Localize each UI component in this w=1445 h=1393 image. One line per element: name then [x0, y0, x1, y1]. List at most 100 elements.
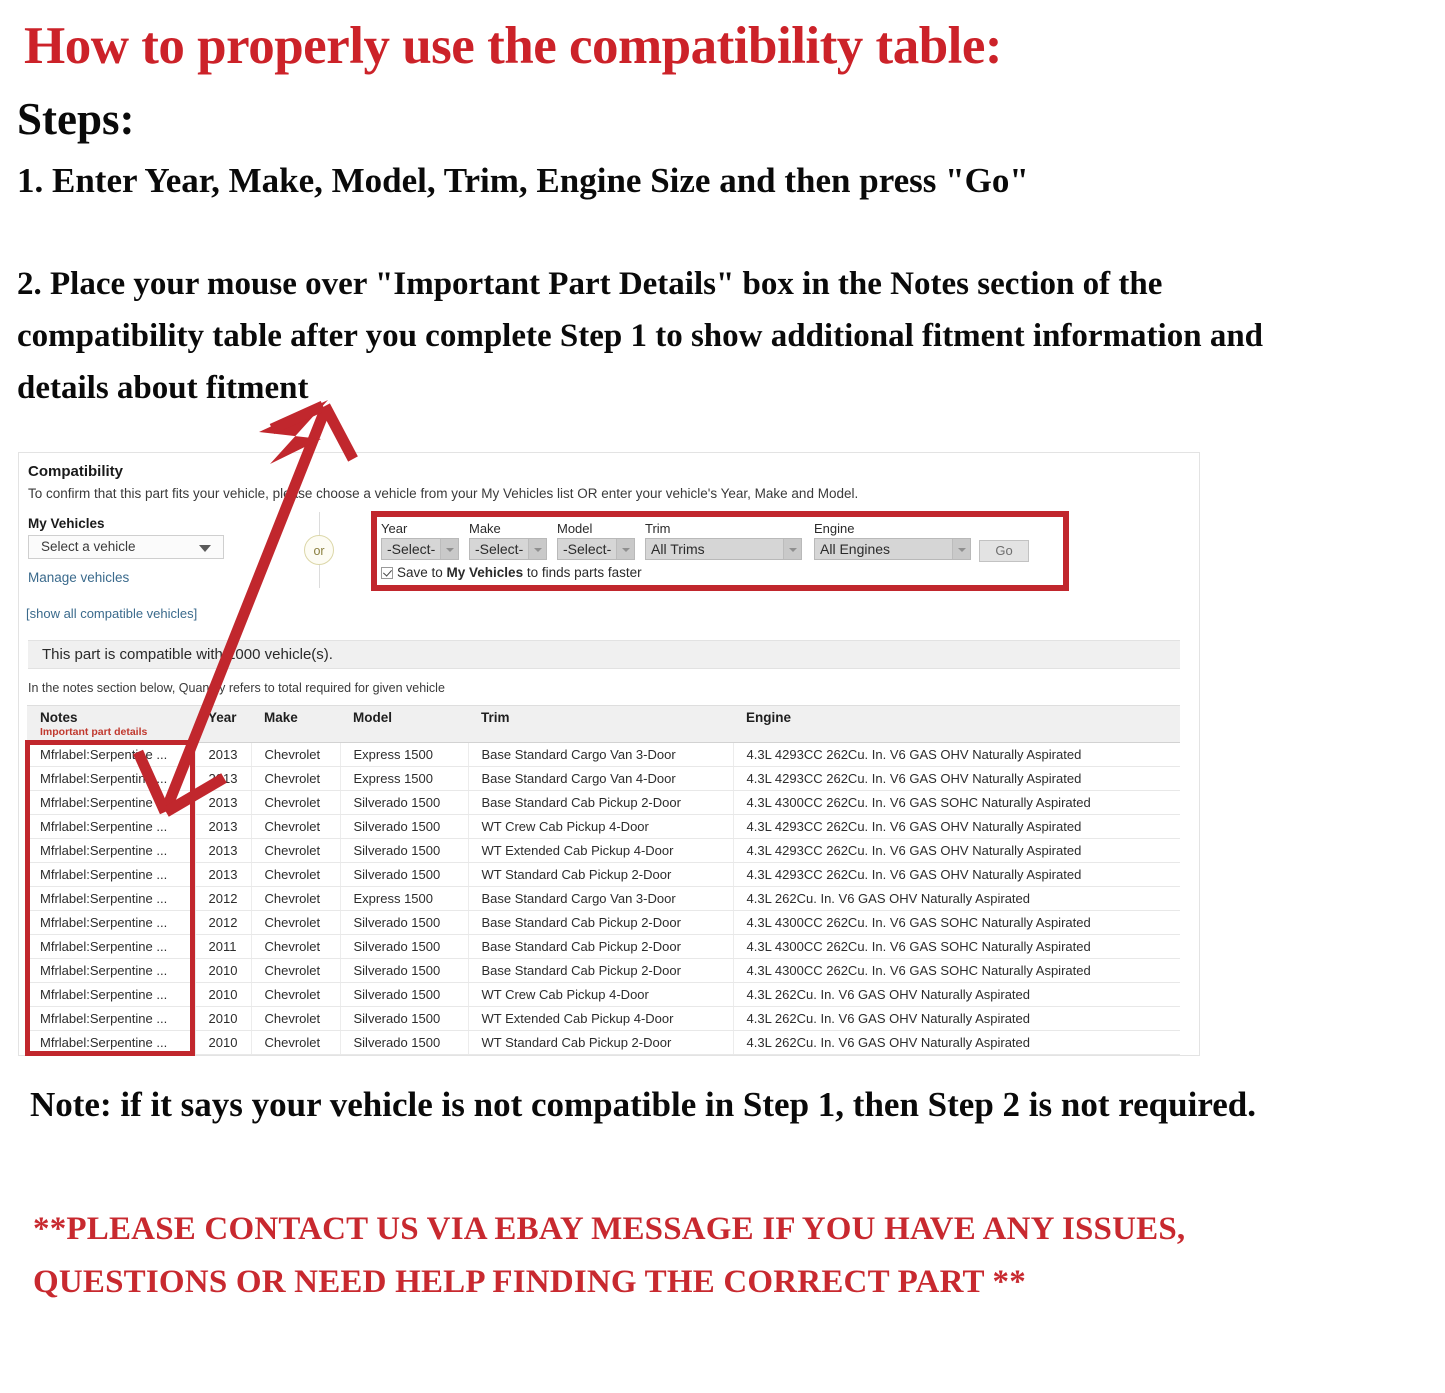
save-text-before: Save to — [397, 565, 447, 580]
go-button[interactable]: Go — [979, 540, 1029, 562]
notes-cell[interactable]: Mfrlabel:Serpentine ... — [27, 934, 196, 959]
table-row: Mfrlabel:Serpentine ... 2010 Chevrolet Silv… — [27, 1006, 1180, 1031]
model-cell: Silverado 1500 — [340, 838, 469, 863]
field-trim-label: Trim — [645, 521, 671, 536]
year-select[interactable]: -Select- — [381, 538, 459, 560]
trim-cell: WT Crew Cab Pickup 4-Door — [468, 982, 734, 1007]
steps-label: Steps: — [17, 94, 135, 144]
make-cell: Chevrolet — [251, 982, 341, 1007]
notes-cell[interactable]: Mfrlabel:Serpentine ... — [27, 814, 196, 839]
trim-cell: Base Standard Cab Pickup 2-Door — [468, 910, 734, 935]
make-cell: Chevrolet — [251, 766, 341, 791]
model-cell: Silverado 1500 — [340, 814, 469, 839]
notes-cell[interactable]: Mfrlabel:Serpentine ... — [27, 838, 196, 863]
notes-cell[interactable]: Mfrlabel:Serpentine ... — [27, 910, 196, 935]
make-cell: Chevrolet — [251, 814, 341, 839]
step-2-text: 2. Place your mouse over "Important Part… — [17, 266, 1264, 407]
chevron-down-icon — [199, 545, 211, 552]
year-cell: 2013 — [195, 814, 252, 839]
manage-vehicles-link[interactable]: Manage vehicles — [28, 570, 129, 585]
engine-cell: 4.3L 4293CC 262Cu. In. V6 GAS OHV Natura… — [733, 742, 1180, 767]
trim-cell: Base Standard Cab Pickup 2-Door — [468, 958, 734, 983]
table-row: Mfrlabel:Serpentine ... 2013 Chevrolet Silv… — [27, 814, 1180, 839]
engine-select-value: All Engines — [820, 541, 891, 557]
model-select-value: -Select- — [563, 541, 612, 557]
make-cell: Chevrolet — [251, 934, 341, 959]
engine-cell: 4.3L 262Cu. In. V6 GAS OHV Naturally Asp… — [733, 1006, 1180, 1031]
column-header-trim: Trim — [468, 705, 733, 743]
table-row: Mfrlabel:Serpentine ... 2011 Chevrolet Silv… — [27, 934, 1180, 959]
year-cell: 2013 — [195, 790, 252, 815]
year-cell: 2011 — [195, 934, 252, 959]
my-vehicles-select[interactable]: Select a vehicle — [28, 535, 224, 559]
engine-cell: 4.3L 4293CC 262Cu. In. V6 GAS OHV Natura… — [733, 838, 1180, 863]
year-cell: 2013 — [195, 838, 252, 863]
model-cell: Silverado 1500 — [340, 1030, 469, 1055]
bottom-note-text: Note: if it says your vehicle is not com… — [30, 1085, 1256, 1124]
compatibility-heading: Compatibility — [28, 463, 124, 480]
year-cell: 2013 — [195, 742, 252, 767]
notes-cell[interactable]: Mfrlabel:Serpentine ... — [27, 742, 196, 767]
chevron-down-icon — [616, 539, 634, 559]
notes-cell[interactable]: Mfrlabel:Serpentine ... — [27, 766, 196, 791]
notes-cell[interactable]: Mfrlabel:Serpentine ... — [27, 1030, 196, 1055]
engine-cell: 4.3L 4300CC 262Cu. In. V6 GAS SOHC Natur… — [733, 790, 1180, 815]
make-select[interactable]: -Select- — [469, 538, 547, 560]
save-to-my-vehicles-checkbox[interactable] — [381, 567, 393, 579]
notes-cell[interactable]: Mfrlabel:Serpentine ... — [27, 886, 196, 911]
trim-cell: Base Standard Cargo Van 3-Door — [468, 886, 734, 911]
engine-cell: 4.3L 4293CC 262Cu. In. V6 GAS OHV Natura… — [733, 814, 1180, 839]
model-cell: Silverado 1500 — [340, 1006, 469, 1031]
engine-cell: 4.3L 4300CC 262Cu. In. V6 GAS SOHC Natur… — [733, 910, 1180, 935]
model-cell: Silverado 1500 — [340, 934, 469, 959]
table-row: Mfrlabel:Serpentine ... 2013 Chevrolet Expr… — [27, 742, 1180, 767]
page-title: How to properly use the compatibility ta… — [24, 17, 1003, 75]
notes-cell[interactable]: Mfrlabel:Serpentine ... — [27, 790, 196, 815]
notes-cell[interactable]: Mfrlabel:Serpentine ... — [27, 1006, 196, 1031]
table-row: Mfrlabel:Serpentine ... 2010 Chevrolet Silv… — [27, 958, 1180, 983]
year-cell: 2010 — [195, 982, 252, 1007]
save-text-bold: My Vehicles — [446, 565, 524, 580]
field-year: Year -Select- — [381, 521, 459, 560]
model-select[interactable]: -Select- — [557, 538, 635, 560]
year-cell: 2010 — [195, 1006, 252, 1031]
field-engine-label: Engine — [814, 521, 855, 536]
year-cell: 2012 — [195, 910, 252, 935]
trim-cell: Base Standard Cab Pickup 2-Door — [468, 790, 734, 815]
model-cell: Silverado 1500 — [340, 862, 469, 887]
engine-cell: 4.3L 4293CC 262Cu. In. V6 GAS OHV Natura… — [733, 862, 1180, 887]
chevron-down-icon — [783, 539, 801, 559]
make-cell: Chevrolet — [251, 838, 341, 863]
trim-cell: WT Standard Cab Pickup 2-Door — [468, 862, 734, 887]
trim-select[interactable]: All Trims — [645, 538, 802, 560]
table-row: Mfrlabel:Serpentine ... 2013 Chevrolet Silv… — [27, 862, 1180, 887]
notes-cell[interactable]: Mfrlabel:Serpentine ... — [27, 862, 196, 887]
my-vehicles-select-value: Select a vehicle — [41, 539, 136, 554]
field-model-label: Model — [557, 521, 593, 536]
compatibility-subtitle: To confirm that this part fits your vehi… — [28, 486, 859, 501]
save-to-my-vehicles-row[interactable]: Save to My Vehicles to finds parts faste… — [381, 565, 642, 580]
table-header-row: Notes Important part details Year Make M… — [27, 705, 1180, 743]
engine-cell: 4.3L 4293CC 262Cu. In. V6 GAS OHV Natura… — [733, 766, 1180, 791]
field-year-label: Year — [381, 521, 408, 536]
field-engine: Engine All Engines — [814, 521, 971, 560]
my-vehicles-label: My Vehicles — [28, 516, 105, 531]
make-cell: Chevrolet — [251, 958, 341, 983]
make-cell: Chevrolet — [251, 862, 341, 887]
engine-select[interactable]: All Engines — [814, 538, 971, 560]
notes-cell[interactable]: Mfrlabel:Serpentine ... — [27, 958, 196, 983]
model-cell: Silverado 1500 — [340, 790, 469, 815]
or-divider-label: or — [304, 535, 334, 565]
save-text-after: to finds parts faster — [523, 565, 642, 580]
column-header-year: Year — [195, 705, 251, 743]
trim-select-value: All Trims — [651, 541, 705, 557]
model-cell: Silverado 1500 — [340, 910, 469, 935]
year-cell: 2012 — [195, 886, 252, 911]
model-cell: Silverado 1500 — [340, 958, 469, 983]
engine-cell: 4.3L 4300CC 262Cu. In. V6 GAS SOHC Natur… — [733, 958, 1180, 983]
notes-cell[interactable]: Mfrlabel:Serpentine ... — [27, 982, 196, 1007]
chevron-down-icon — [528, 539, 546, 559]
show-all-compatible-vehicles-link[interactable]: [show all compatible vehicles] — [26, 606, 197, 621]
column-header-important-part-details: Important part details — [40, 726, 148, 738]
year-cell: 2013 — [195, 766, 252, 791]
